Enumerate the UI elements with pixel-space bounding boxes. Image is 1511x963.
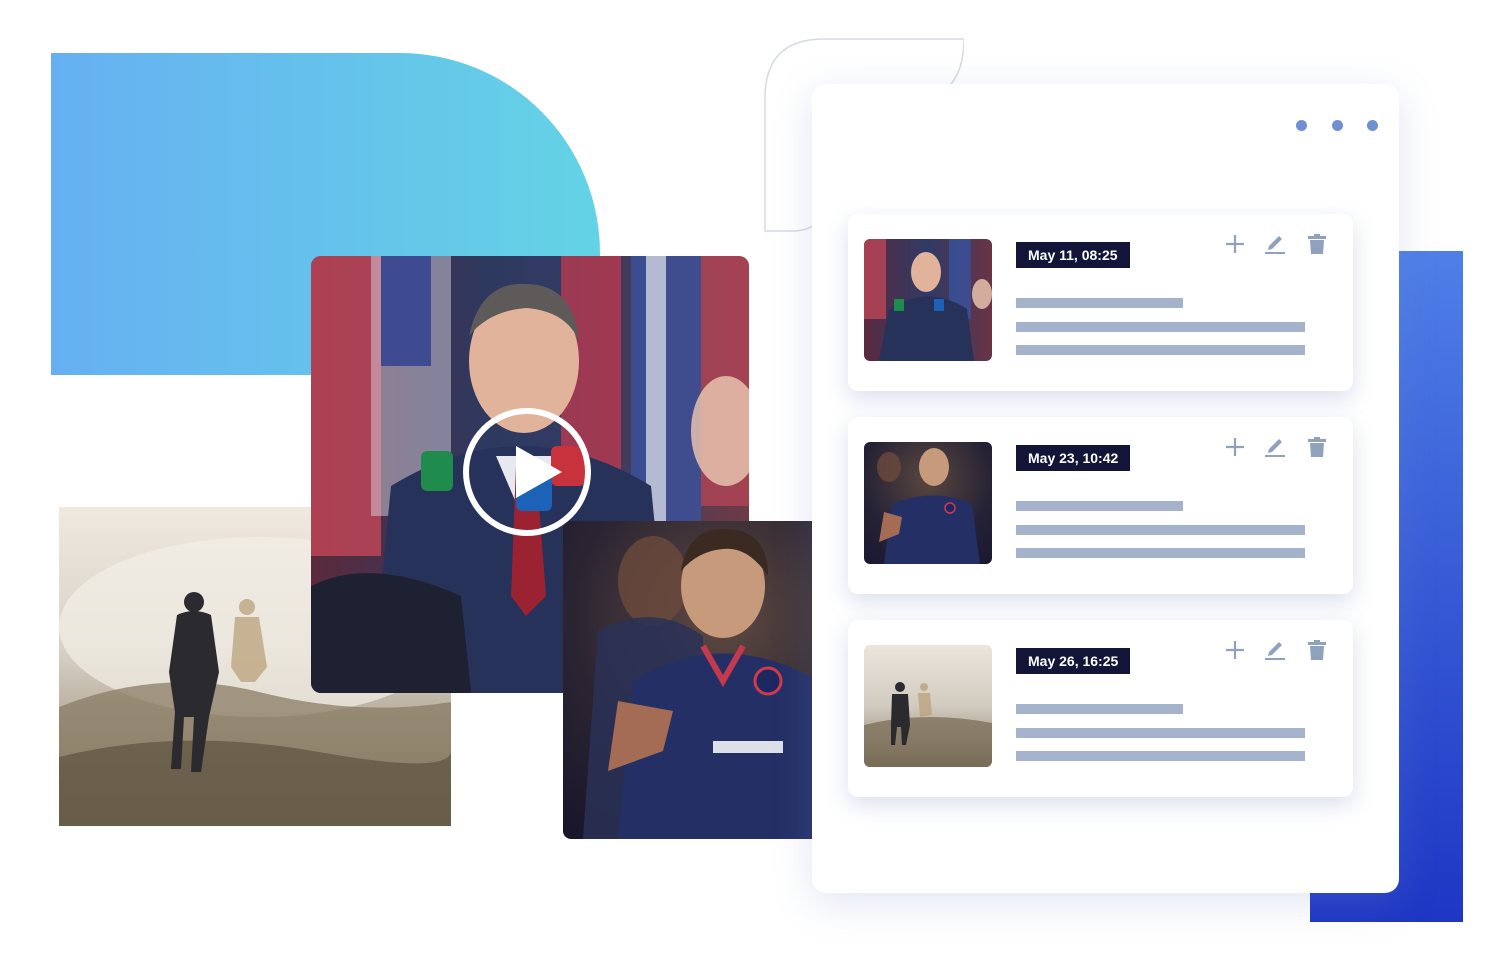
pencil-icon[interactable] [1263,435,1287,459]
placeholder-line [1016,298,1183,308]
trash-icon[interactable] [1305,435,1329,459]
menu-dot [1296,120,1307,131]
date-badge: May 11, 08:25 [1016,242,1130,268]
trash-icon[interactable] [1305,638,1329,662]
play-button[interactable] [463,408,591,536]
placeholder-line [1016,704,1183,714]
placeholder-line [1016,322,1305,332]
trash-icon[interactable] [1305,232,1329,256]
play-icon [516,446,562,498]
news-card[interactable]: May 26, 16:25 [848,620,1353,797]
placeholder-line [1016,501,1183,511]
pencil-icon[interactable] [1263,638,1287,662]
news-card[interactable]: May 23, 10:42 [848,417,1353,594]
news-card[interactable]: May 11, 08:25 [848,214,1353,391]
more-horizontal-icon[interactable] [1296,118,1378,134]
placeholder-line [1016,345,1305,355]
plus-icon[interactable] [1223,638,1247,662]
placeholder-line [1016,548,1305,558]
date-badge: May 23, 10:42 [1016,445,1131,471]
plus-icon[interactable] [1223,232,1247,256]
menu-dot [1367,120,1378,131]
firefighter-thumbnail [864,645,992,767]
pencil-icon[interactable] [1263,232,1287,256]
press-conference-thumbnail [864,239,992,361]
plus-icon[interactable] [1223,435,1247,459]
soccer-thumbnail [864,442,992,564]
placeholder-line [1016,728,1305,738]
menu-dot [1331,120,1343,131]
date-badge: May 26, 16:25 [1016,648,1131,674]
placeholder-line [1016,751,1305,761]
placeholder-line [1016,525,1305,535]
